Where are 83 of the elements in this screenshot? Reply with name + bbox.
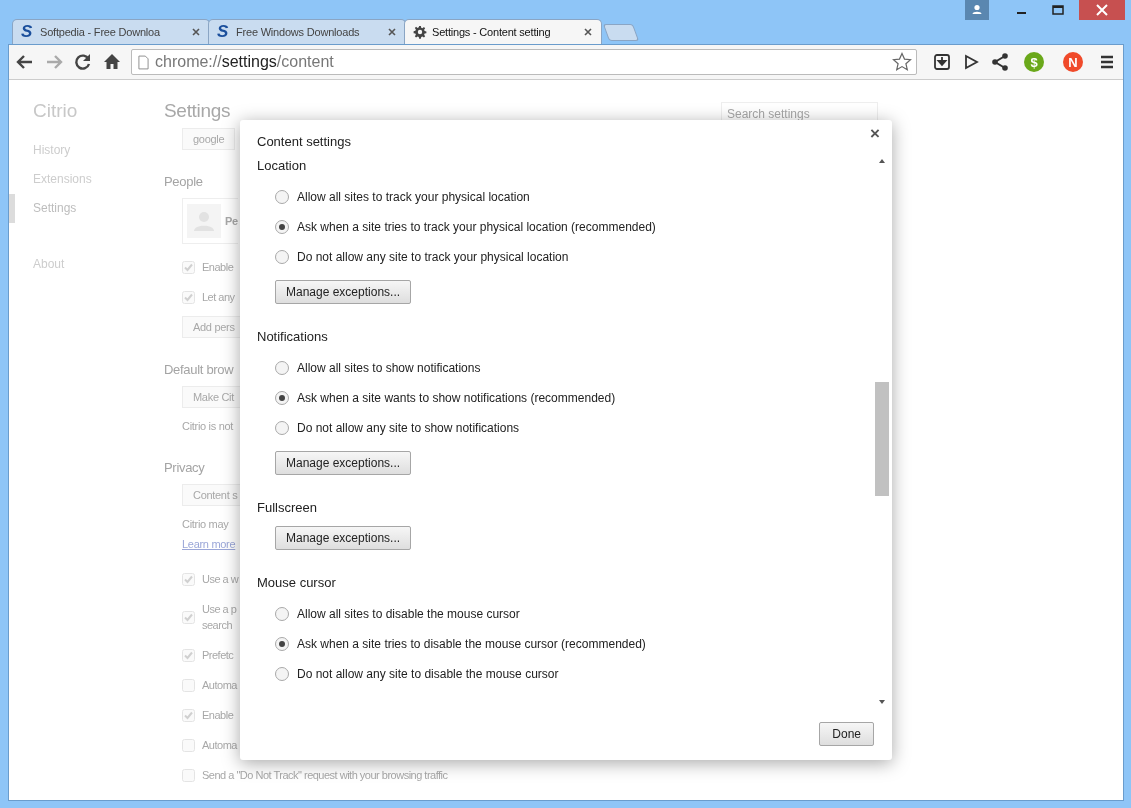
settings-button[interactable]: google (182, 128, 236, 150)
profile-card[interactable]: Pe (182, 198, 238, 244)
radio-button[interactable] (275, 637, 289, 651)
checkbox-label: Automa (202, 678, 237, 693)
checkbox-label: Use a p (202, 602, 237, 617)
gear-icon (413, 25, 427, 39)
close-icon[interactable] (387, 27, 397, 37)
section-title: Mouse cursor (257, 574, 336, 592)
checkbox[interactable] (182, 768, 195, 782)
section-heading: Default brow (164, 361, 234, 379)
section-title: Notifications (257, 328, 328, 346)
checkbox-label: Send a "Do Not Track" request with your browsing traffic (202, 768, 448, 783)
checkbox-label: search (202, 618, 234, 633)
extension-button[interactable]: N (1063, 52, 1083, 72)
description-text: Citrio is not (181, 419, 234, 434)
section-heading: Privacy (164, 459, 206, 477)
radio-label: Ask when a site tries to track your physical location (recommended) (297, 220, 656, 234)
checkbox[interactable] (182, 678, 195, 692)
reload-icon[interactable] (73, 52, 93, 72)
browser-tab[interactable]: S Free Windows Downloads (208, 19, 406, 44)
checkbox[interactable] (182, 648, 195, 662)
checkbox[interactable] (182, 572, 195, 586)
dialog-title: Content settings (257, 134, 351, 150)
checkbox[interactable] (182, 260, 195, 274)
description-text: Citrio may (181, 517, 230, 532)
extension-button[interactable]: $ (1024, 52, 1044, 72)
radio-button[interactable] (275, 190, 289, 204)
section-title: Location (257, 157, 307, 175)
address-field[interactable]: chrome://settings/content (131, 49, 917, 75)
checkbox-label: Prefetc (202, 648, 234, 663)
sidebar-item[interactable]: Settings (9, 194, 140, 223)
tab-title: Softpedia - Free Downloa (40, 26, 161, 38)
profile-icon[interactable] (965, 0, 989, 20)
checkbox[interactable] (182, 708, 195, 722)
download-icon[interactable] (932, 52, 952, 72)
share-icon[interactable] (990, 52, 1010, 72)
radio-label: Allow all sites to disable the mouse cursor (297, 607, 520, 621)
browser-tab[interactable]: Settings - Content setting (404, 19, 602, 44)
tab-title: Settings - Content setting (432, 26, 552, 38)
checkbox-label: Let any (202, 290, 235, 305)
manage-exceptions-button[interactable]: Manage exceptions... (275, 526, 412, 550)
checkbox-label: Enable (202, 260, 234, 275)
checkbox[interactable] (182, 610, 195, 624)
radio-button[interactable] (275, 391, 289, 405)
radio-button[interactable] (275, 250, 289, 264)
radio-button[interactable] (275, 361, 289, 375)
star-icon[interactable] (892, 52, 912, 72)
checkbox[interactable] (182, 738, 195, 752)
checkbox[interactable] (182, 290, 195, 304)
close-button[interactable]: × (870, 124, 880, 144)
radio-label: Allow all sites to track your physical location (297, 190, 530, 204)
section-heading: People (164, 173, 204, 191)
radio-label: Ask when a site tries to disable the mouse cursor (recommended) (297, 637, 646, 651)
checkbox-label: Use a w (202, 572, 239, 587)
avatar-icon (187, 204, 221, 238)
radio-button[interactable] (275, 421, 289, 435)
learn-more-link[interactable]: Learn more (182, 538, 236, 550)
radio-button[interactable] (275, 607, 289, 621)
close-icon[interactable] (191, 27, 201, 37)
profile-name: Pe (225, 215, 238, 227)
manage-exceptions-button[interactable]: Manage exceptions... (275, 280, 412, 304)
radio-button[interactable] (275, 220, 289, 234)
logo-icon: S (21, 22, 35, 42)
scroll-thumb[interactable] (875, 382, 889, 496)
radio-label: Do not allow any site to show notifications (297, 421, 520, 435)
logo-icon: S (217, 22, 231, 42)
radio-button[interactable] (275, 667, 289, 681)
done-button[interactable]: Done (819, 721, 874, 746)
close-icon[interactable] (583, 27, 593, 37)
tab-title: Free Windows Downloads (236, 26, 361, 38)
close-icon[interactable] (1079, 0, 1125, 20)
home-icon[interactable] (102, 52, 122, 72)
section-title: Fullscreen (257, 499, 317, 517)
radio-label: Ask when a site wants to show notifications (recommended) (297, 391, 616, 405)
manage-exceptions-button[interactable]: Manage exceptions... (275, 451, 412, 475)
browser-tab[interactable]: S Softpedia - Free Downloa (12, 19, 210, 44)
radio-label: Allow all sites to show notifications (297, 361, 481, 375)
radio-label: Do not allow any site to track your physical location (297, 250, 569, 264)
radio-label: Do not allow any site to disable the mouse cursor (297, 667, 559, 681)
checkbox-label: Automa (202, 738, 237, 753)
checkbox-label: Enable (202, 708, 234, 723)
page-icon (138, 54, 149, 70)
page-title: Settings (164, 100, 232, 123)
